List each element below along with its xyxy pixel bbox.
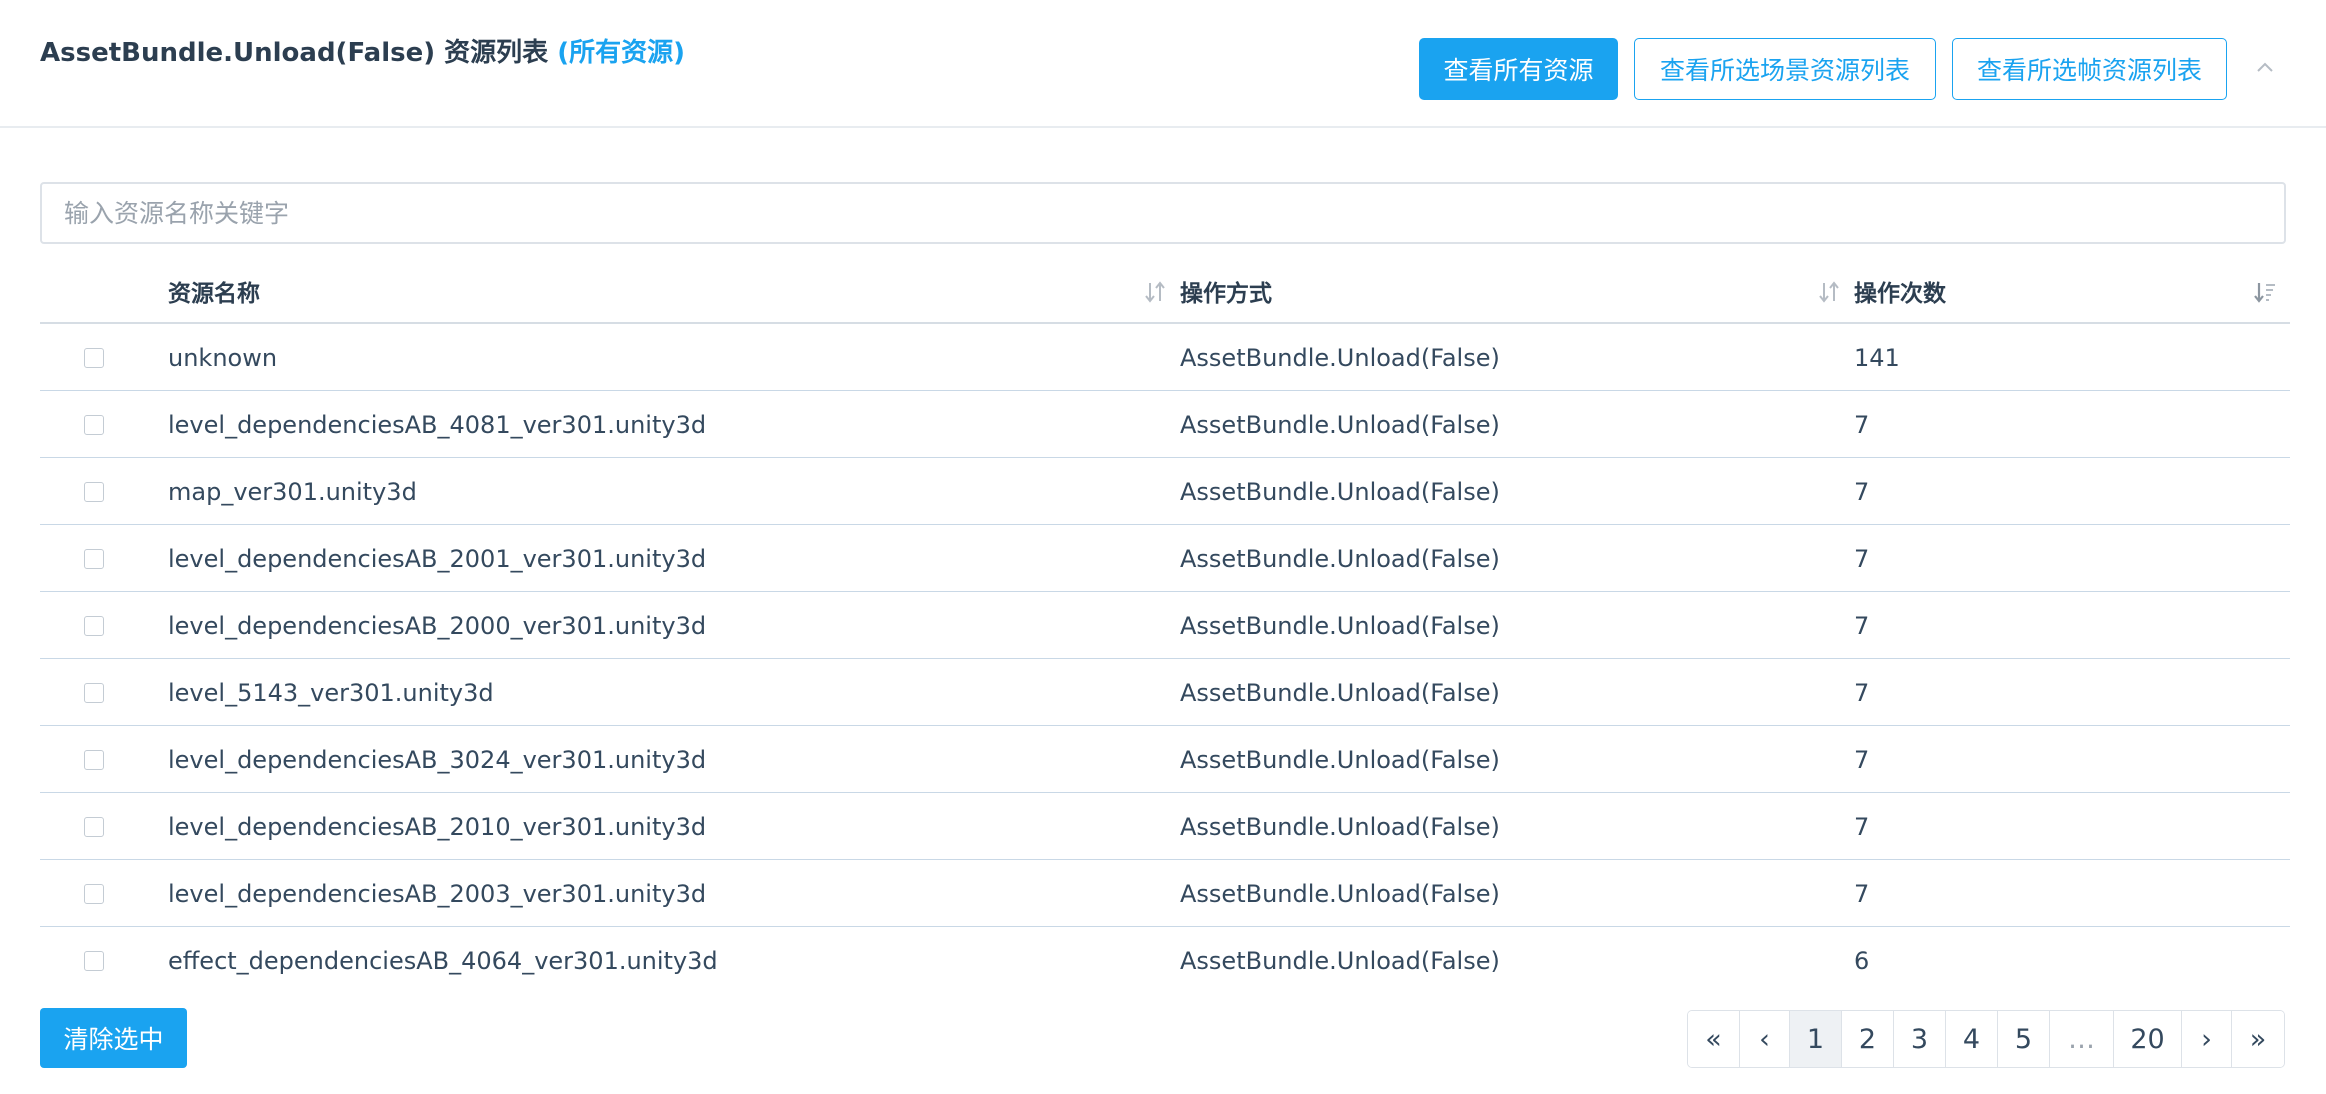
operation-count: 6 — [1854, 946, 1870, 975]
resource-name: level_dependenciesAB_3024_ver301.unity3d — [168, 745, 707, 774]
operation-method: AssetBundle.Unload(False) — [1180, 477, 1500, 506]
page-button-1[interactable]: 1 — [1790, 1011, 1842, 1067]
page-button-3[interactable]: 3 — [1894, 1011, 1946, 1067]
view-scene-resources-button[interactable]: 查看所选场景资源列表 — [1634, 38, 1936, 100]
row-checkbox[interactable] — [84, 481, 104, 502]
view-all-resources-button[interactable]: 查看所有资源 — [1419, 38, 1618, 100]
row-checkbox[interactable] — [84, 883, 104, 904]
row-checkbox[interactable] — [84, 682, 104, 703]
operation-count: 7 — [1854, 745, 1870, 774]
view-frame-resources-button[interactable]: 查看所选帧资源列表 — [1952, 38, 2227, 100]
resource-name: map_ver301.unity3d — [168, 477, 417, 506]
last-page-button[interactable]: » — [2232, 1011, 2284, 1067]
resource-name: level_dependenciesAB_2003_ver301.unity3d — [168, 879, 707, 908]
resource-name: effect_dependenciesAB_4064_ver301.unity3… — [168, 946, 718, 975]
search-input[interactable] — [40, 182, 2286, 244]
operation-count: 7 — [1854, 678, 1870, 707]
pagination: « ‹ 1 2 3 4 5 … 20 › » — [1687, 1010, 2285, 1068]
row-checkbox[interactable] — [84, 414, 104, 435]
resource-name: level_5143_ver301.unity3d — [168, 678, 494, 707]
resource-name: level_dependenciesAB_2000_ver301.unity3d — [168, 611, 707, 640]
resource-name: level_dependenciesAB_2001_ver301.unity3d — [168, 544, 707, 573]
table-body: unknown AssetBundle.Unload(False) 141 le… — [40, 324, 2290, 994]
page-button-20[interactable]: 20 — [2114, 1011, 2182, 1067]
sort-desc-icon[interactable] — [2254, 280, 2276, 304]
first-page-button[interactable]: « — [1688, 1011, 1740, 1067]
panel-title-filter: (所有资源) — [557, 38, 686, 68]
operation-method: AssetBundle.Unload(False) — [1180, 812, 1500, 841]
operation-count: 141 — [1854, 343, 1900, 372]
column-header-method[interactable]: 操作方式 — [1180, 258, 1854, 324]
operation-count: 7 — [1854, 410, 1870, 439]
page-button-5[interactable]: 5 — [1998, 1011, 2050, 1067]
table-row[interactable]: map_ver301.unity3d AssetBundle.Unload(Fa… — [40, 458, 2290, 525]
page-button-4[interactable]: 4 — [1946, 1011, 1998, 1067]
prev-page-button[interactable]: ‹ — [1740, 1011, 1790, 1067]
column-header-name[interactable]: 资源名称 — [168, 258, 1180, 324]
panel-title: AssetBundle.Unload(False) 资源列表 (所有资源) — [40, 32, 685, 69]
resource-name: level_dependenciesAB_4081_ver301.unity3d — [168, 410, 707, 439]
resource-name: unknown — [168, 343, 278, 372]
operation-method: AssetBundle.Unload(False) — [1180, 745, 1500, 774]
page-button-2[interactable]: 2 — [1842, 1011, 1894, 1067]
row-checkbox[interactable] — [84, 548, 104, 569]
table-row[interactable]: effect_dependenciesAB_4064_ver301.unity3… — [40, 927, 2290, 994]
operation-method: AssetBundle.Unload(False) — [1180, 678, 1500, 707]
operation-count: 7 — [1854, 544, 1870, 573]
column-header-count-label: 操作次数 — [1854, 281, 1946, 307]
table-row[interactable]: level_dependenciesAB_2001_ver301.unity3d… — [40, 525, 2290, 592]
table-row[interactable]: level_dependenciesAB_4081_ver301.unity3d… — [40, 391, 2290, 458]
row-checkbox[interactable] — [84, 950, 104, 971]
operation-count: 7 — [1854, 879, 1870, 908]
table-row[interactable]: level_dependenciesAB_3024_ver301.unity3d… — [40, 726, 2290, 793]
row-checkbox[interactable] — [84, 816, 104, 837]
operation-method: AssetBundle.Unload(False) — [1180, 544, 1500, 573]
panel-title-text: AssetBundle.Unload(False) 资源列表 — [40, 38, 549, 68]
sort-both-icon[interactable] — [1144, 280, 1166, 304]
table-row[interactable]: unknown AssetBundle.Unload(False) 141 — [40, 324, 2290, 391]
sort-both-icon[interactable] — [1818, 280, 1840, 304]
table-header: 资源名称 操作方式 操作次数 — [40, 258, 2290, 324]
row-checkbox[interactable] — [84, 749, 104, 770]
operation-method: AssetBundle.Unload(False) — [1180, 879, 1500, 908]
table-row[interactable]: level_dependenciesAB_2000_ver301.unity3d… — [40, 592, 2290, 659]
column-header-method-label: 操作方式 — [1180, 281, 1272, 307]
table-row[interactable]: level_dependenciesAB_2010_ver301.unity3d… — [40, 793, 2290, 860]
operation-method: AssetBundle.Unload(False) — [1180, 343, 1500, 372]
operation-count: 7 — [1854, 477, 1870, 506]
operation-method: AssetBundle.Unload(False) — [1180, 410, 1500, 439]
next-page-button[interactable]: › — [2182, 1011, 2232, 1067]
column-header-count[interactable]: 操作次数 — [1854, 258, 2290, 324]
operation-count: 7 — [1854, 611, 1870, 640]
chevron-up-icon[interactable] — [2254, 56, 2276, 78]
page-ellipsis: … — [2050, 1011, 2114, 1067]
row-checkbox[interactable] — [84, 347, 104, 368]
operation-method: AssetBundle.Unload(False) — [1180, 946, 1500, 975]
panel-header: AssetBundle.Unload(False) 资源列表 (所有资源) 查看… — [0, 0, 2326, 128]
row-checkbox[interactable] — [84, 615, 104, 636]
operation-count: 7 — [1854, 812, 1870, 841]
column-header-name-label: 资源名称 — [168, 281, 260, 307]
clear-selection-button[interactable]: 清除选中 — [40, 1008, 187, 1068]
table-row[interactable]: level_5143_ver301.unity3d AssetBundle.Un… — [40, 659, 2290, 726]
resource-name: level_dependenciesAB_2010_ver301.unity3d — [168, 812, 707, 841]
resource-table: 资源名称 操作方式 操作次数 unknown AssetBundle.Unloa… — [40, 258, 2290, 994]
operation-method: AssetBundle.Unload(False) — [1180, 611, 1500, 640]
table-row[interactable]: level_dependenciesAB_2003_ver301.unity3d… — [40, 860, 2290, 927]
